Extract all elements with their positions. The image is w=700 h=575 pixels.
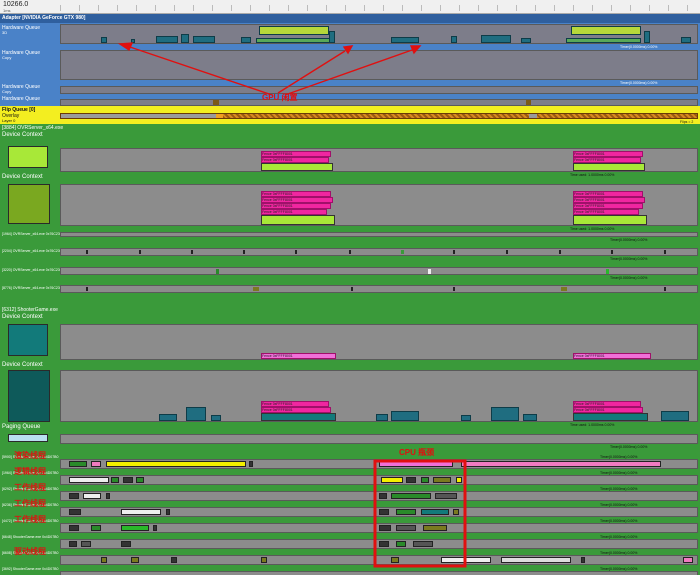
- gpu-idle-arrows: [117, 42, 467, 568]
- cpu-bottleneck-annotation: CPU 瓶颈: [399, 448, 435, 457]
- gpu-idle-annotation: GPU 闲置: [262, 93, 298, 102]
